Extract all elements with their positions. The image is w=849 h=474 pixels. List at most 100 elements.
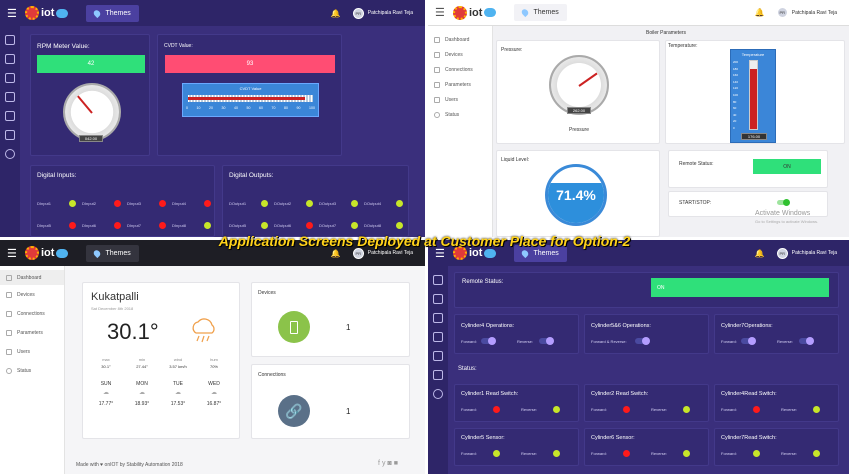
- app-logo[interactable]: iot: [453, 5, 497, 20]
- cvdt-label: CVDT Value:: [164, 43, 193, 49]
- status-forward-indicator: [753, 406, 760, 413]
- avatar[interactable]: PR: [776, 247, 788, 259]
- user-name[interactable]: Patchipala Ravi Teja: [792, 10, 837, 16]
- io-status-indicator: [159, 222, 166, 229]
- section-title: Boiler Parameters: [646, 30, 687, 36]
- grid-icon[interactable]: [5, 54, 15, 64]
- user-name[interactable]: Patchipala Ravi Teja: [792, 250, 837, 256]
- weather-metric-value: 70%: [209, 364, 218, 369]
- overlay-title: Application Screens Deployed at Customer…: [218, 233, 631, 249]
- sidebar-item-devices[interactable]: Devices: [428, 47, 492, 62]
- avatar[interactable]: PR: [776, 7, 788, 18]
- hourglass-icon[interactable]: [5, 111, 15, 121]
- bell-icon[interactable]: 🔔: [755, 8, 765, 17]
- themes-button[interactable]: Themes: [86, 4, 139, 22]
- linkedin-icon[interactable]: ■: [394, 460, 400, 467]
- sidebar-item-dashboard[interactable]: Dashboard: [428, 32, 492, 47]
- cvdt-value: 93: [165, 55, 335, 73]
- sidebar-item-connections[interactable]: Connections: [428, 62, 492, 77]
- sidebar-item-status[interactable]: Status: [428, 107, 492, 122]
- menu-icon[interactable]: ☰: [7, 7, 21, 20]
- user-icon[interactable]: [433, 370, 443, 380]
- sidebar-item-devices[interactable]: Devices: [0, 285, 64, 304]
- cvdt-linear-gauge: CVDT Value 0 10 20 30 40 50 60 70 80 90 100: [182, 83, 319, 117]
- home-icon[interactable]: [433, 275, 443, 285]
- io-status-indicator: [204, 200, 211, 207]
- operation-forward-reverse-toggle[interactable]: [635, 337, 650, 345]
- sidebar-item-connections[interactable]: Connections: [0, 304, 64, 323]
- status-forward-label: Forward:: [461, 451, 477, 456]
- table-icon[interactable]: [5, 92, 15, 102]
- cvdt-tick-label: 20: [209, 106, 213, 110]
- sidebar-item-users[interactable]: Users: [428, 92, 492, 107]
- status-title: Cylinder4Read Switch:: [721, 391, 777, 397]
- home-icon[interactable]: [5, 35, 15, 45]
- cylinder-status-panel: Cylinder5 Sensor: Forward: Reverse:: [454, 428, 579, 466]
- sidebar-item-parameters[interactable]: Parameters: [0, 323, 64, 342]
- grid-icon[interactable]: [433, 294, 443, 304]
- bell-icon[interactable]: 🔔: [331, 9, 341, 18]
- sidebar-item-label: Users: [445, 96, 459, 103]
- table-icon[interactable]: [433, 332, 443, 342]
- io-status-indicator: [351, 200, 358, 207]
- status-icon: [434, 111, 440, 118]
- connections-icon: [434, 66, 440, 73]
- operation-forward-toggle[interactable]: [481, 337, 496, 345]
- remote-status-panel: Remote Status: ON: [454, 272, 839, 308]
- info-icon[interactable]: [433, 389, 443, 399]
- operation-forward-toggle[interactable]: [741, 337, 756, 345]
- thermometer-tick-label: 20: [733, 119, 737, 124]
- themes-button[interactable]: Themes: [514, 4, 567, 21]
- cloud-icon: [484, 248, 497, 258]
- bell-icon[interactable]: 🔔: [755, 249, 765, 258]
- sidebar-item-label: Connections: [445, 66, 473, 73]
- droplet-icon: [520, 248, 531, 258]
- forecast-day: SUN: [100, 381, 112, 387]
- status-label: Status:: [458, 366, 477, 372]
- operation-reverse-toggle[interactable]: [539, 337, 554, 345]
- operation-title: Cylinder5&6 Operations:: [591, 323, 651, 329]
- sidebar-item-dashboard[interactable]: Dashboard: [0, 270, 64, 285]
- thermometer: Temperature 200 180 160 140 120 100 80 60 40 20 0 …: [730, 49, 776, 143]
- thermometer-tick-label: 80: [733, 99, 737, 104]
- digital-inputs-label: Digital Inputs:: [37, 172, 77, 179]
- footer-credit: Made with ♥ onIOT by Stability Automatio…: [76, 462, 183, 468]
- cvdt-tick-label: 10: [196, 106, 201, 110]
- parameters-icon: [6, 329, 12, 336]
- start-stop-toggle[interactable]: [777, 199, 790, 206]
- app-logo[interactable]: iot: [25, 6, 69, 20]
- weather-date: Sat December 8th 2018: [91, 306, 134, 311]
- sidebar-item-parameters[interactable]: Parameters: [428, 77, 492, 92]
- user-name[interactable]: Patchipala Ravi Teja: [368, 10, 413, 16]
- status-title: Cylinder2 Read Switch:: [591, 391, 649, 397]
- avatar[interactable]: PR: [352, 7, 364, 19]
- io-status-indicator: [114, 200, 121, 207]
- rpm-value: 42: [37, 55, 145, 73]
- pressure-caption: Pressure: [568, 127, 589, 133]
- bell-icon[interactable]: 🔔: [331, 249, 341, 258]
- operation-reverse-toggle[interactable]: [799, 337, 814, 345]
- thermometer-tick-label: 180: [733, 66, 739, 71]
- toggle-knob: [783, 199, 790, 206]
- info-icon[interactable]: [5, 149, 15, 159]
- status-title: Cylinder6 Sensor:: [591, 435, 635, 441]
- list-icon[interactable]: [433, 313, 443, 323]
- avatar[interactable]: PR: [352, 247, 364, 259]
- operation-option-a-label: Forward:: [721, 339, 737, 344]
- status-forward-label: Forward:: [591, 407, 607, 412]
- screen-weather-dashboard: ☰ iot Themes 🔔 PR Patchipala Ravi Teja D…: [0, 240, 425, 474]
- status-reverse-indicator: [683, 406, 690, 413]
- user-icon[interactable]: [5, 130, 15, 140]
- hourglass-icon[interactable]: [433, 351, 443, 361]
- user-name[interactable]: Patchipala Ravi Teja: [368, 250, 413, 256]
- sidebar-item-status[interactable]: Status: [0, 361, 64, 380]
- io-status-indicator: [396, 222, 403, 229]
- cvdt-panel: CVDT Value: 93 CVDT Value 0 10 20 30 40 50 60 7…: [157, 34, 342, 156]
- io-label: DOutput8: [364, 223, 382, 228]
- weather-metric-value: 3.57 km/h: [169, 364, 187, 369]
- list-icon[interactable]: [5, 73, 15, 83]
- menu-icon[interactable]: ☰: [435, 6, 449, 19]
- weather-card: Kukatpalli Sat December 8th 2018 30.1° m…: [82, 282, 240, 439]
- sidebar: Dashboard Devices Connections Parameters…: [428, 26, 493, 237]
- sidebar-item-users[interactable]: Users: [0, 342, 64, 361]
